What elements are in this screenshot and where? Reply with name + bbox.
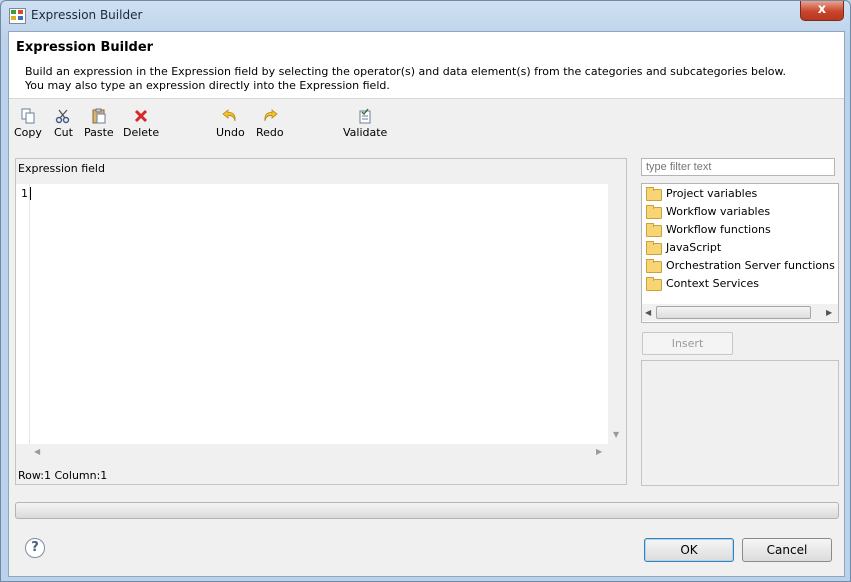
- app-icon: [9, 8, 26, 24]
- tree-item-orchestration-server-functions[interactable]: Orchestration Server functions: [646, 257, 835, 275]
- tree-item-project-variables[interactable]: Project variables: [646, 185, 758, 203]
- scroll-thumb[interactable]: [656, 306, 811, 319]
- expression-editor[interactable]: 1: [16, 184, 608, 444]
- delete-label: Delete: [123, 126, 160, 139]
- tree-item-label: Project variables: [666, 187, 758, 200]
- validate-button[interactable]: Validate: [343, 108, 387, 139]
- dialog-client-area: Expression Builder Build an expression i…: [8, 31, 845, 577]
- clipboard-icon: [92, 108, 106, 124]
- folder-icon: [646, 241, 662, 255]
- expression-panel: Expression field 1 ▼ ◀ ▶ Row:1 Column:1: [15, 158, 627, 485]
- folder-icon: [646, 259, 662, 273]
- scissors-icon: [56, 109, 70, 124]
- progress-bar: [15, 502, 839, 519]
- copy-button[interactable]: Copy: [14, 108, 42, 139]
- validate-checklist-icon: [359, 108, 371, 124]
- line-number: 1: [21, 187, 28, 200]
- close-button[interactable]: x: [800, 1, 844, 21]
- validate-label: Validate: [343, 126, 388, 139]
- dialog-window: Expression Builder x Expression Builder …: [0, 0, 851, 582]
- paste-button[interactable]: Paste: [84, 108, 114, 139]
- tree-item-label: Workflow variables: [666, 205, 771, 218]
- dialog-description: Build an expression in the Expression fi…: [25, 65, 786, 93]
- category-tree[interactable]: Project variables Workflow variables Wor…: [641, 183, 839, 323]
- delete-x-icon: [135, 109, 148, 123]
- paste-label: Paste: [84, 126, 114, 139]
- line-number-gutter: 1: [16, 184, 30, 444]
- tree-item-label: Workflow functions: [666, 223, 771, 236]
- tree-item-workflow-variables[interactable]: Workflow variables: [646, 203, 771, 221]
- folder-icon: [646, 277, 662, 291]
- scroll-left-arrow-icon[interactable]: ◀: [34, 447, 40, 456]
- tree-item-label: Context Services: [666, 277, 759, 290]
- redo-label: Redo: [256, 126, 284, 139]
- tree-item-javascript[interactable]: JavaScript: [646, 239, 722, 257]
- help-icon[interactable]: ?: [25, 538, 45, 558]
- folder-icon: [646, 205, 662, 219]
- editor-vertical-scrollbar[interactable]: ▼: [608, 184, 625, 444]
- window-title: Expression Builder: [31, 8, 143, 22]
- tree-item-context-services[interactable]: Context Services: [646, 275, 759, 293]
- undo-label: Undo: [216, 126, 245, 139]
- redo-button[interactable]: Redo: [256, 108, 284, 139]
- redo-arrow-icon: [264, 109, 278, 122]
- undo-arrow-icon: [222, 109, 236, 122]
- copy-label: Copy: [14, 126, 42, 139]
- description-line-2: You may also type an expression directly…: [25, 79, 390, 92]
- description-panel: [641, 360, 839, 486]
- ok-button[interactable]: OK: [644, 538, 734, 562]
- description-line-1: Build an expression in the Expression fi…: [25, 65, 786, 78]
- scroll-right-arrow-icon[interactable]: ▶: [826, 308, 832, 317]
- text-caret: [30, 187, 31, 200]
- title-bar[interactable]: Expression Builder x: [1, 1, 850, 29]
- tree-item-workflow-functions[interactable]: Workflow functions: [646, 221, 771, 239]
- cursor-position-status: Row:1 Column:1: [18, 469, 108, 482]
- undo-button[interactable]: Undo: [216, 108, 245, 139]
- tree-item-label: JavaScript: [666, 241, 722, 254]
- cut-button[interactable]: Cut: [54, 108, 73, 139]
- tree-item-label: Orchestration Server functions: [666, 259, 835, 272]
- folder-icon: [646, 223, 662, 237]
- folder-icon: [646, 187, 662, 201]
- cancel-button[interactable]: Cancel: [742, 538, 832, 562]
- filter-input[interactable]: [641, 158, 835, 176]
- insert-button[interactable]: Insert: [642, 332, 733, 355]
- delete-button[interactable]: Delete: [123, 108, 159, 139]
- editor-horizontal-scrollbar[interactable]: ◀ ▶: [16, 444, 608, 461]
- dialog-header: Expression Builder Build an expression i…: [9, 32, 844, 99]
- dialog-heading: Expression Builder: [16, 40, 154, 55]
- scroll-right-arrow-icon[interactable]: ▶: [596, 447, 602, 456]
- expression-field-label: Expression field: [18, 162, 105, 175]
- scroll-down-arrow-icon[interactable]: ▼: [613, 430, 619, 439]
- copy-icon: [21, 108, 35, 124]
- cut-label: Cut: [54, 126, 73, 139]
- tree-horizontal-scrollbar[interactable]: ◀ ▶: [642, 304, 838, 321]
- scroll-left-arrow-icon[interactable]: ◀: [645, 308, 651, 317]
